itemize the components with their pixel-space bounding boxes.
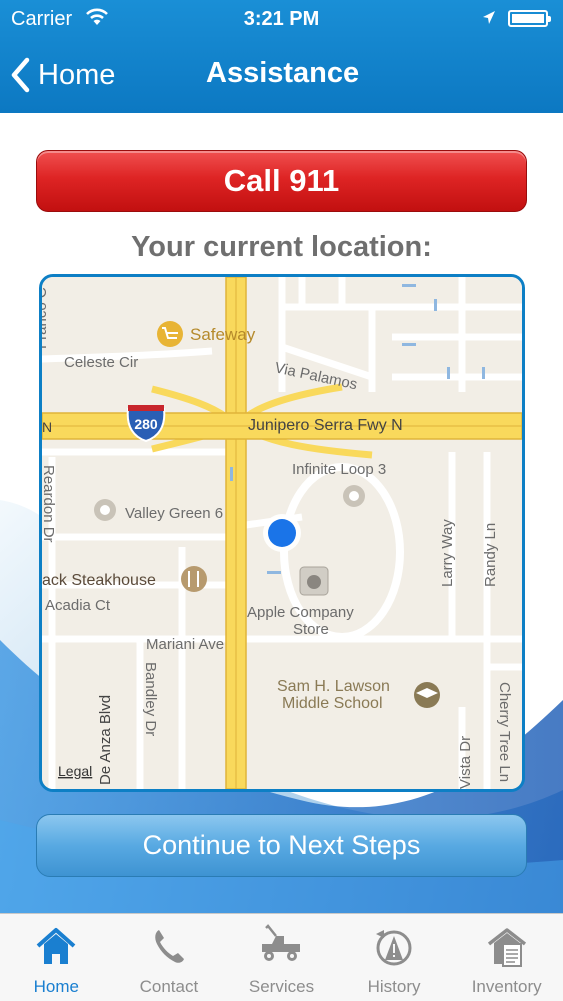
valley-green-pin-icon (94, 499, 116, 521)
label-lawson-1: Sam H. Lawson (277, 678, 390, 695)
tab-contact[interactable]: Contact (113, 914, 226, 1001)
label-steakhouse: ack Steakhouse (42, 572, 156, 589)
chevron-left-icon (11, 57, 30, 93)
current-location-dot (263, 514, 301, 552)
tab-home[interactable]: Home (0, 914, 113, 1001)
label-reardon: Reardon Dr (42, 465, 57, 543)
location-arrow-icon (482, 10, 496, 31)
tab-history[interactable]: History (338, 914, 451, 1001)
label-mariani: Mariani Ave (146, 636, 224, 653)
status-time: 3:21 PM (243, 8, 320, 30)
location-map[interactable]: Franco C Safeway Celeste Cir Via Palamos… (39, 274, 525, 792)
label-valley-green: Valley Green 6 (125, 505, 223, 522)
label-n: N (42, 419, 52, 435)
page-title: Assistance (206, 57, 360, 89)
tab-home-label: Home (33, 977, 79, 996)
tow-truck-icon (262, 924, 301, 961)
label-apple-store-1: Apple Company (247, 604, 354, 621)
interstate-280-shield-label: 280 (134, 416, 158, 432)
tab-history-label: History (367, 977, 421, 996)
label-de-anza: N De Anza Blvd (97, 695, 114, 789)
infinite-loop-pin-icon (343, 485, 365, 507)
tab-contact-label: Contact (139, 977, 199, 996)
safeway-icon (157, 321, 183, 347)
label-randy: Randy Ln (482, 523, 499, 587)
back-button-label: Home (38, 58, 116, 91)
label-infinite-loop: Infinite Loop 3 (292, 461, 386, 478)
home-icon (36, 928, 76, 964)
label-safeway: Safeway (190, 325, 256, 344)
current-location-label: Your current location: (131, 231, 432, 263)
continue-next-steps-button[interactable]: Continue to Next Steps (36, 814, 527, 877)
label-bandley: Bandley Dr (142, 662, 159, 736)
top-bar: Carrier 3:21 PM Home Assistance (0, 0, 563, 113)
label-apple-store-2: Store (293, 621, 329, 638)
inventory-icon (487, 928, 526, 967)
label-lawson-2: Middle School (282, 695, 383, 712)
label-cherry: Cherry Tree Ln (496, 682, 513, 782)
label-larry: Larry Way (439, 519, 456, 587)
battery-icon (508, 10, 551, 27)
status-bar: Carrier 3:21 PM (0, 0, 563, 38)
map-legal-link[interactable]: Legal (58, 763, 92, 779)
label-junipero: Junipero Serra Fwy N (248, 417, 403, 434)
tab-inventory-label: Inventory (471, 977, 542, 996)
label-vista: Vista Dr (457, 736, 474, 789)
restaurant-icon (181, 566, 207, 592)
school-icon (414, 682, 440, 708)
back-button[interactable]: Home (10, 52, 115, 98)
tab-services-label: Services (248, 977, 315, 996)
label-acadia: Acadia Ct (45, 597, 111, 614)
apple-store-icon (299, 566, 329, 596)
label-franco: Franco C (42, 287, 50, 349)
history-icon (376, 930, 412, 966)
navigation-bar: Home Assistance (0, 38, 563, 113)
phone-icon (155, 930, 184, 963)
call-911-button[interactable]: Call 911 (36, 150, 527, 212)
label-celeste: Celeste Cir (64, 354, 138, 371)
tab-bar: Home Contact Services History Inventory (0, 913, 563, 1001)
tab-inventory[interactable]: Inventory (450, 914, 563, 1001)
tab-services[interactable]: Services (225, 914, 338, 1001)
